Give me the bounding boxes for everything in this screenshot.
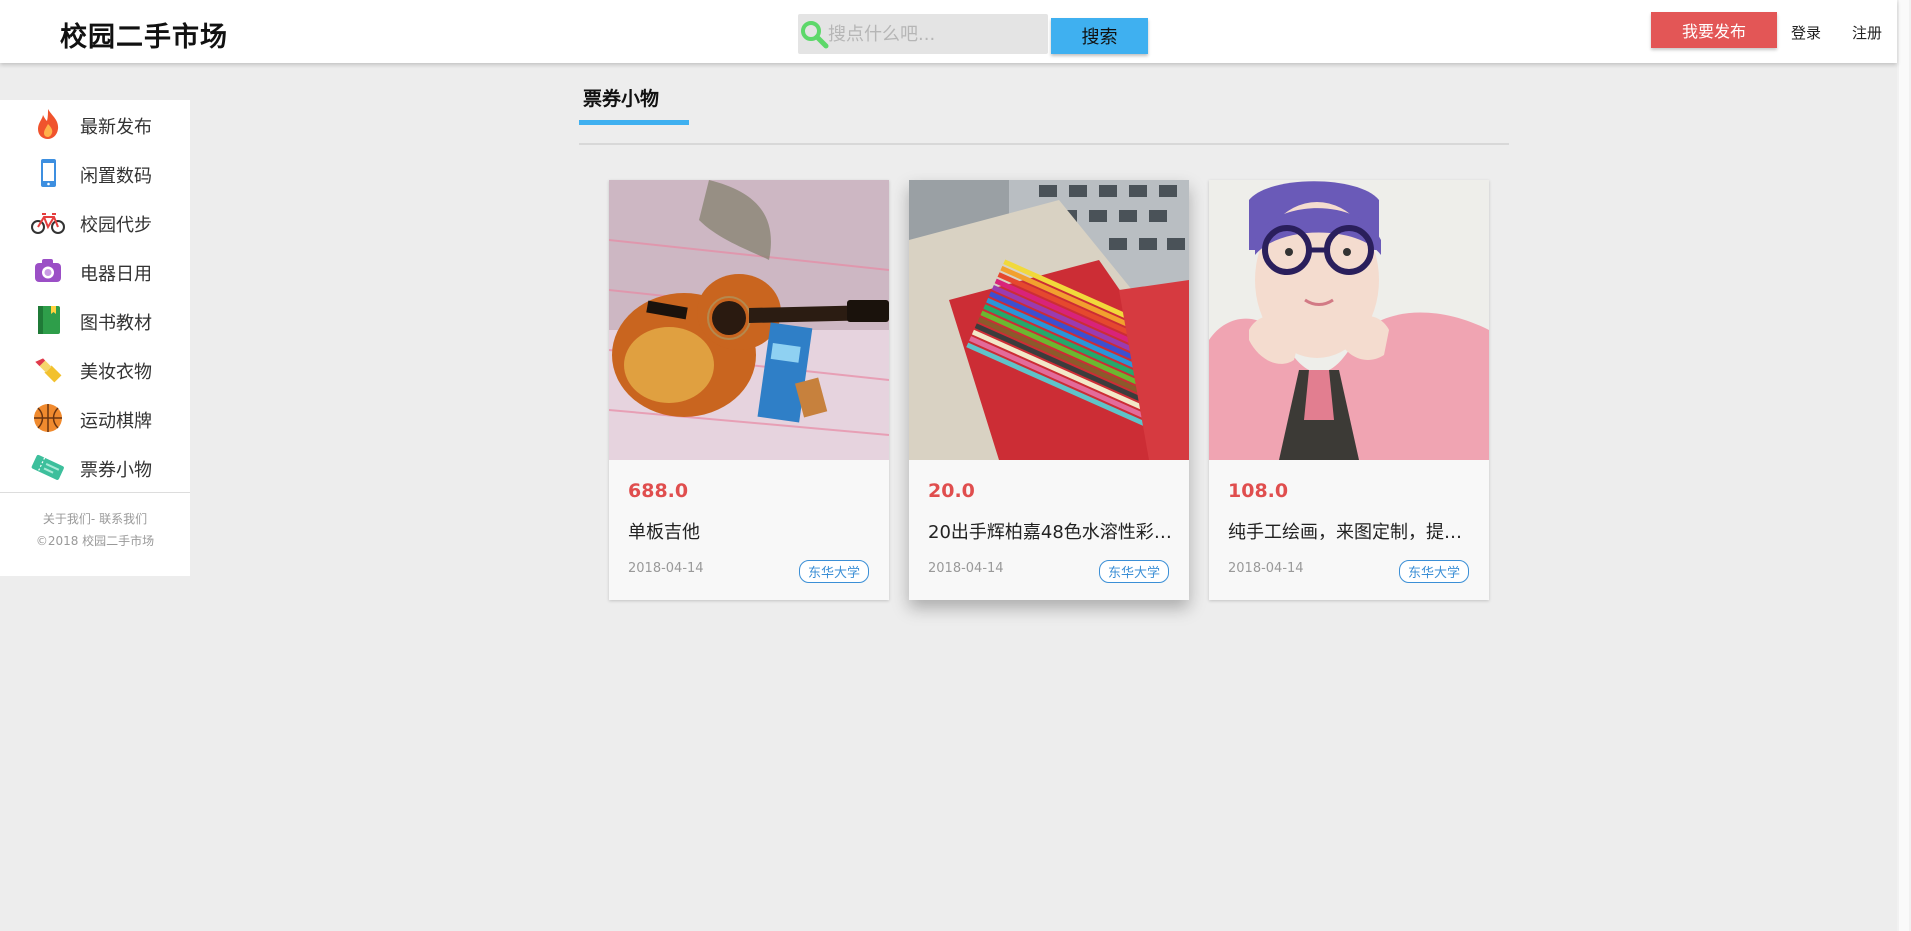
product-date: 2018-04-14 [628, 561, 704, 576]
category-sidebar: 最新发布 闲置数码 校园代步 电器日用 图书教材 美妆衣物 运动棋牌 票券小物 … [0, 100, 190, 576]
sidebar-item-label: 票券小物 [80, 460, 152, 481]
product-card[interactable]: 20.0 20出手辉柏嘉48色水溶性彩铅笔 2018-04-14 东华大学 [909, 180, 1189, 600]
site-logo-text[interactable]: 校园二手市场 [60, 15, 228, 54]
search-input[interactable] [828, 14, 1046, 54]
sidebar-item-label: 美妆衣物 [80, 362, 152, 383]
section-divider [579, 143, 1509, 145]
sidebar-item-latest[interactable]: 最新发布 [0, 100, 190, 149]
product-title[interactable]: 单板吉他 [628, 518, 873, 544]
sidebar-item-digital[interactable]: 闲置数码 [0, 149, 190, 198]
vertical-scrollbar[interactable] [1897, 0, 1911, 931]
login-link[interactable]: 登录 [1791, 22, 1821, 43]
sidebar-item-label: 最新发布 [80, 117, 152, 138]
school-tag[interactable]: 东华大学 [1398, 560, 1469, 583]
camera-icon [35, 259, 61, 282]
product-date: 2018-04-14 [1228, 561, 1304, 576]
sidebar-item-tickets[interactable]: 票券小物 [0, 443, 190, 492]
lipstick-icon [35, 358, 62, 383]
ticket-icon [31, 454, 64, 480]
sidebar-divider [0, 492, 190, 493]
school-tag[interactable]: 东华大学 [798, 560, 869, 583]
product-image-guitar[interactable] [609, 180, 889, 460]
product-card[interactable]: 688.0 单板吉他 2018-04-14 东华大学 [609, 180, 889, 600]
sidebar-item-transport[interactable]: 校园代步 [0, 198, 190, 247]
bicycle-icon [31, 213, 65, 234]
product-price: 688.0 [628, 480, 689, 502]
sidebar-item-appliances[interactable]: 电器日用 [0, 247, 190, 296]
product-price: 20.0 [928, 480, 975, 502]
about-contact-links[interactable]: 关于我们- 联系我们 [0, 510, 190, 527]
school-tag[interactable]: 东华大学 [1098, 560, 1169, 583]
book-icon [38, 306, 60, 334]
register-link[interactable]: 注册 [1852, 22, 1882, 43]
section-title-underline [579, 120, 689, 125]
sidebar-item-label: 运动棋牌 [80, 411, 152, 432]
scrollbar-thumb[interactable] [1899, 0, 1909, 931]
search-icon [801, 21, 829, 49]
product-date: 2018-04-14 [928, 561, 1004, 576]
product-title[interactable]: 纯手工绘画，来图定制，提供照片 [1228, 518, 1473, 544]
sidebar-item-books[interactable]: 图书教材 [0, 296, 190, 345]
top-header: 校园二手市场 搜索 我要发布 登录 注册 [0, 0, 1897, 63]
publish-button[interactable]: 我要发布 [1651, 12, 1777, 48]
basketball-icon [34, 404, 62, 432]
sidebar-item-sports[interactable]: 运动棋牌 [0, 394, 190, 443]
section-title: 票券小物 [583, 88, 660, 110]
product-image-colored-pencils[interactable] [909, 180, 1189, 460]
product-image-portrait-drawing[interactable] [1209, 180, 1489, 460]
fire-icon [38, 109, 59, 139]
copyright-text: ©2018 校园二手市场 [35, 534, 155, 548]
sidebar-item-label: 校园代步 [80, 215, 152, 236]
phone-icon [41, 159, 56, 187]
search-button[interactable]: 搜索 [1051, 18, 1148, 54]
product-card[interactable]: 108.0 纯手工绘画，来图定制，提供照片 2018-04-14 东华大学 [1209, 180, 1489, 600]
sidebar-item-beauty[interactable]: 美妆衣物 [0, 345, 190, 394]
sidebar-item-label: 电器日用 [80, 264, 152, 285]
product-price: 108.0 [1228, 480, 1289, 502]
product-title[interactable]: 20出手辉柏嘉48色水溶性彩铅笔 [928, 518, 1173, 544]
sidebar-item-label: 图书教材 [80, 313, 152, 334]
sidebar-item-label: 闲置数码 [80, 166, 152, 187]
search-box [798, 14, 1048, 54]
